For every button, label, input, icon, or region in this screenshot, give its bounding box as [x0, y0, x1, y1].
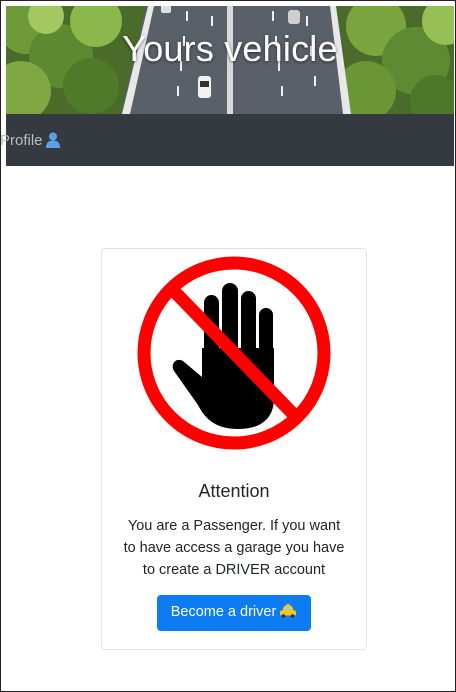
- become-driver-button[interactable]: Become a driver: [157, 595, 311, 631]
- app-title: Yours vehicle: [122, 28, 338, 69]
- top-navbar: Profile: [1, 114, 454, 166]
- card-message-line: to have access a garage you have: [123, 540, 345, 556]
- header-banner: Yours vehicle: [6, 6, 454, 114]
- become-driver-label: Become a driver: [170, 604, 277, 620]
- page-frame: Yours vehicle Profile Attention You are …: [0, 0, 456, 692]
- stop-hand-icon: [134, 253, 334, 458]
- card-message-line: to create a DRIVER account: [142, 562, 326, 578]
- nav-profile-label: Profile: [0, 132, 43, 149]
- user-icon: [45, 132, 60, 152]
- taxi-icon: [279, 604, 297, 622]
- card-message-line: You are a Passenger. If you want: [127, 518, 341, 534]
- attention-card: Attention You are a Passenger. If you wa…: [101, 248, 367, 650]
- nav-profile-link[interactable]: Profile: [0, 132, 60, 152]
- card-message: You are a Passenger. If you want to have…: [102, 515, 366, 581]
- card-title: Attention: [198, 481, 270, 501]
